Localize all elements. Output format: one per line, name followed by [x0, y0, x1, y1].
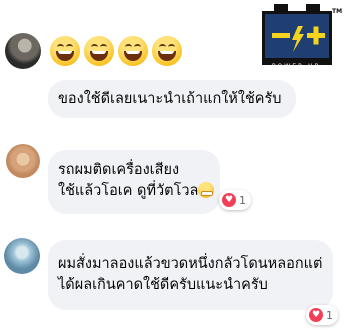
grinning-face-emoji-icon: [118, 36, 148, 66]
avatar[interactable]: [6, 144, 40, 178]
reaction-count: 1: [326, 308, 333, 322]
emoji-sticker-row: [50, 36, 182, 66]
reaction-badge[interactable]: ♥ 1: [219, 190, 251, 210]
avatar[interactable]: [5, 33, 41, 69]
comment-bubble[interactable]: ของใช้ดีเลยเนาะนำเถ้าแกให้ใช้ครับ: [48, 80, 296, 118]
logo-brand-text: POWER UP: [271, 63, 321, 70]
comment-text-line: รถผมติดเครื่องเสียง: [58, 162, 180, 178]
comment-bubble[interactable]: รถผมติดเครื่องเสียง ใช้แล้วโอเค ดูที่วัต…: [48, 150, 220, 214]
reaction-count: 1: [239, 193, 246, 207]
heart-icon: ♥: [222, 193, 236, 207]
comment-text-line: ผมสั่งมาลองแล้วขวดหนึ่งกลัวโดนหลอกแต่: [58, 256, 323, 272]
power-up-logo: POWER UP TM: [262, 4, 342, 72]
avatar[interactable]: [4, 238, 40, 274]
comment-text-line: ใช้แล้วโอเค ดูที่วัตโวล: [58, 183, 199, 199]
comment-text: ของใช้ดีเลยเนาะนำเถ้าแกให้ใช้ครับ: [58, 90, 282, 107]
reaction-badge[interactable]: ♥ 1: [306, 305, 338, 325]
grinning-face-emoji-icon: [152, 36, 182, 66]
grinning-face-emoji-icon: [198, 182, 215, 198]
trademark-label: TM: [332, 8, 343, 15]
comment-text-line: ได้ผลเกินคาดใช้ดีครับแนะนำครับ: [58, 277, 268, 293]
heart-icon: ♥: [309, 308, 323, 322]
grinning-face-emoji-icon: [50, 36, 80, 66]
grinning-face-emoji-icon: [84, 36, 114, 66]
comment-bubble[interactable]: ผมสั่งมาลองแล้วขวดหนึ่งกลัวโดนหลอกแต่ ได…: [48, 240, 333, 310]
